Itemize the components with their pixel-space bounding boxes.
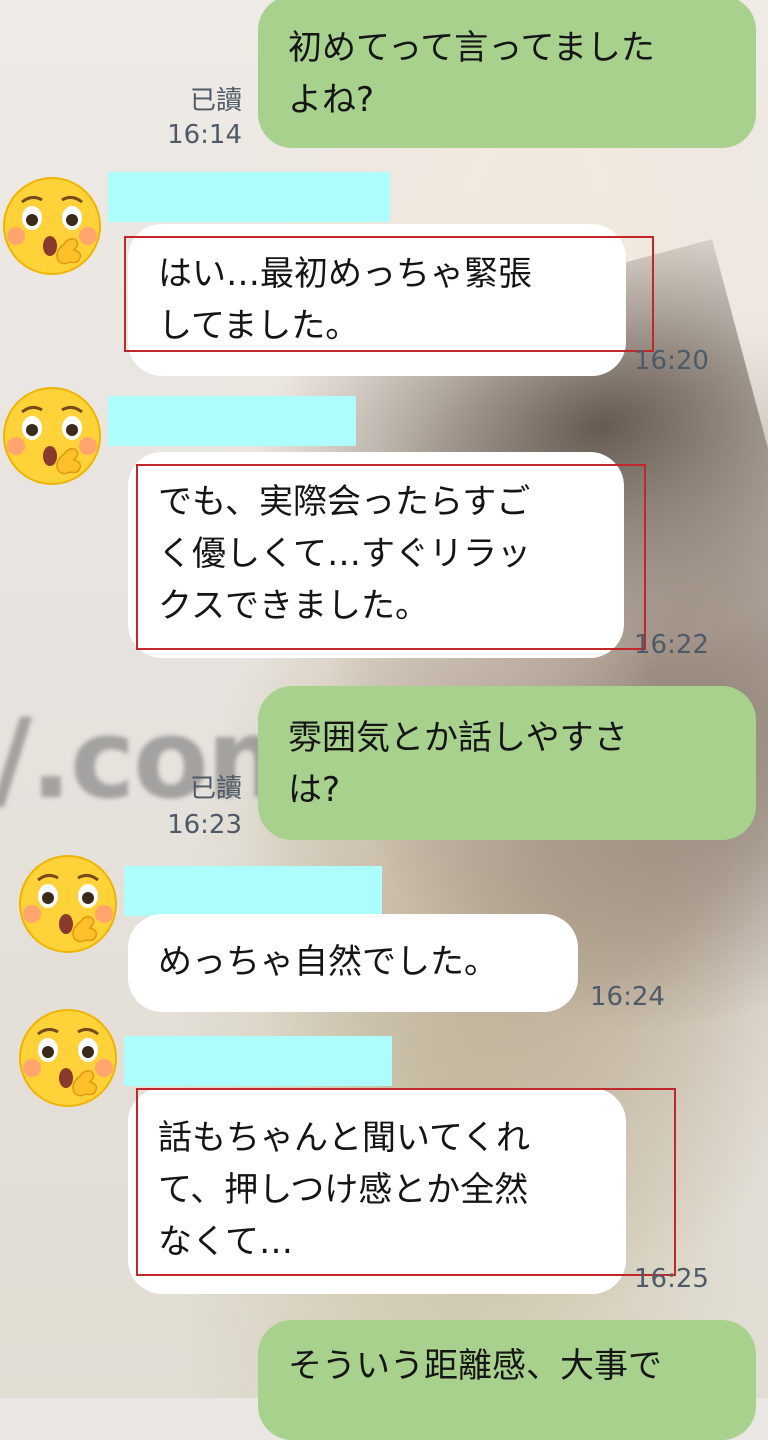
message-timestamp: 16:24: [590, 982, 665, 1012]
read-receipt: 已讀: [189, 86, 242, 116]
thinking-face-avatar[interactable]: [0, 384, 104, 488]
outgoing-message-bubble[interactable]: 初めてって言ってました よね?: [258, 0, 756, 148]
highlight-box: [124, 236, 654, 352]
message-timestamp: 16:14: [167, 120, 242, 150]
thinking-face-avatar[interactable]: [16, 1006, 120, 1110]
message-timestamp: 16:23: [167, 810, 242, 840]
sender-name-redacted: [108, 172, 390, 222]
message-timestamp: 16:25: [634, 1264, 709, 1294]
highlight-box: [136, 464, 646, 650]
incoming-message-bubble[interactable]: めっちゃ自然でした。: [128, 914, 578, 1012]
outgoing-message-bubble[interactable]: 雰囲気とか話しやすさ は?: [258, 686, 756, 840]
outgoing-message-bubble[interactable]: そういう距離感、大事で: [258, 1320, 756, 1440]
sender-name-redacted: [124, 1036, 392, 1086]
thinking-face-avatar[interactable]: [0, 174, 104, 278]
thinking-face-avatar[interactable]: [16, 852, 120, 956]
message-timestamp: 16:22: [634, 630, 709, 660]
highlight-box: [136, 1088, 676, 1276]
message-timestamp: 16:20: [634, 346, 709, 376]
sender-name-redacted: [108, 396, 356, 446]
sender-name-redacted: [124, 866, 382, 916]
read-receipt: 已讀: [189, 774, 242, 804]
